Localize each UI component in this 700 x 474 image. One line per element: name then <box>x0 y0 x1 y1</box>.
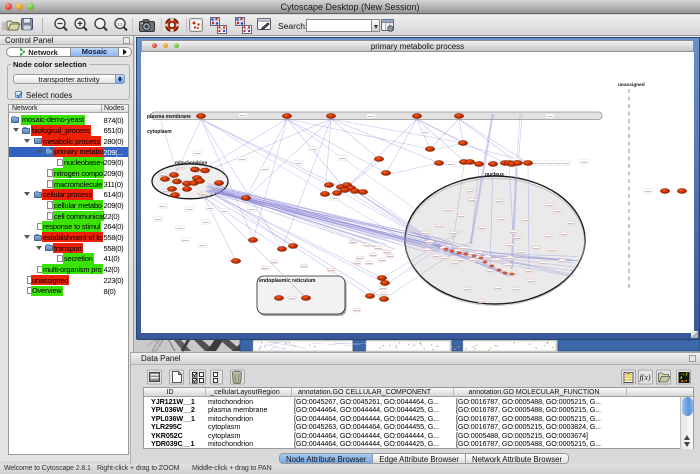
svg-text:endoplasmic reticulum: endoplasmic reticulum <box>259 278 316 284</box>
svg-text:cytoplasm: cytoplasm <box>147 129 172 135</box>
svg-text:plasma membrane: plasma membrane <box>147 114 191 120</box>
svg-text:1:1: 1:1 <box>117 22 123 27</box>
svg-text:nucleus: nucleus <box>485 172 504 178</box>
svg-text:f(x): f(x) <box>639 373 650 382</box>
svg-text:unassigned: unassigned <box>618 82 645 88</box>
